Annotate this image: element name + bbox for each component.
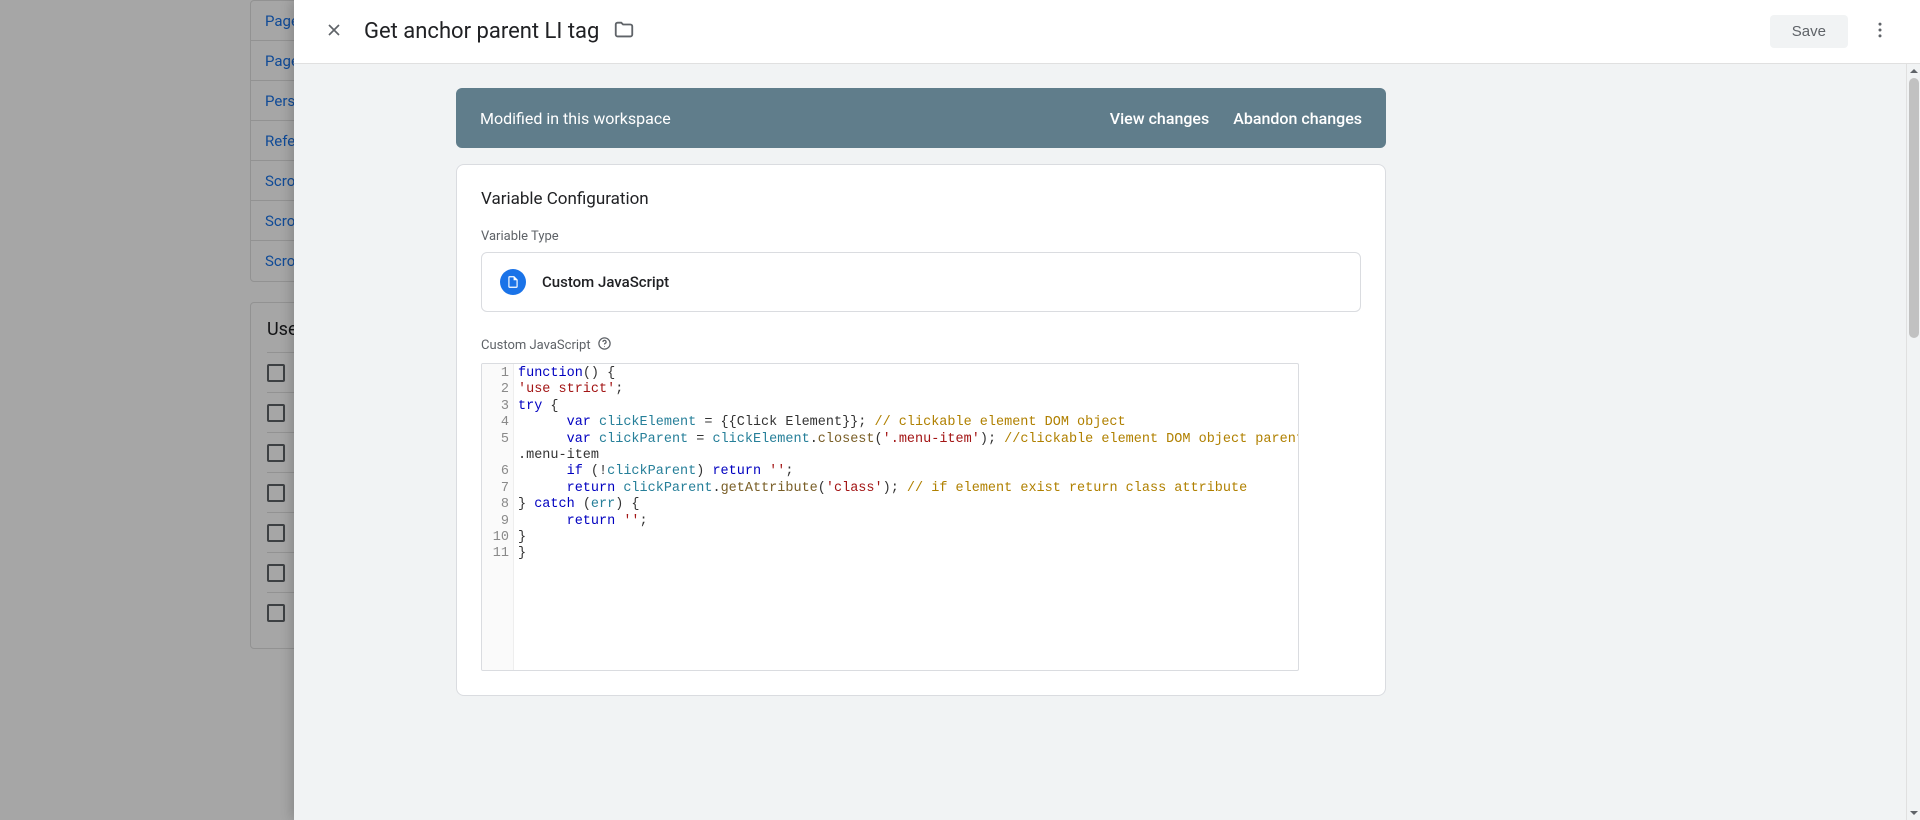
custom-js-icon <box>500 269 526 295</box>
close-icon <box>324 20 344 44</box>
scroll-up-icon[interactable] <box>1907 64 1920 78</box>
more-menu-button[interactable] <box>1860 12 1900 52</box>
card-title: Variable Configuration <box>481 189 1361 209</box>
variable-configuration-card: Variable Configuration Variable Type Cus… <box>456 164 1386 696</box>
line-gutter: 12345.67891011 <box>482 364 514 670</box>
panel-body: Modified in this workspace View changes … <box>294 64 1920 820</box>
view-changes-link[interactable]: View changes <box>1110 109 1209 128</box>
folder-icon <box>613 26 635 45</box>
variable-type-selector[interactable]: Custom JavaScript <box>481 252 1361 312</box>
folder-button[interactable] <box>613 19 635 45</box>
abandon-changes-link[interactable]: Abandon changes <box>1233 109 1362 128</box>
kebab-icon <box>1870 20 1890 44</box>
code-editor[interactable]: 12345.67891011 function() {'use strict';… <box>481 363 1299 671</box>
close-button[interactable] <box>314 12 354 52</box>
code-content[interactable]: function() {'use strict';try { var click… <box>514 364 1298 670</box>
panel-scrollbar[interactable] <box>1906 64 1920 820</box>
scrollbar-thumb[interactable] <box>1909 78 1919 338</box>
scroll-down-icon[interactable] <box>1907 806 1920 820</box>
save-button[interactable]: Save <box>1770 15 1848 48</box>
variable-type-label: Variable Type <box>481 229 1361 244</box>
workspace-notice: Modified in this workspace View changes … <box>456 88 1386 148</box>
help-icon[interactable] <box>597 336 612 355</box>
notice-text: Modified in this workspace <box>480 109 671 128</box>
custom-js-label: Custom JavaScript <box>481 336 1361 355</box>
variable-editor-panel: Get anchor parent LI tag Save Modified i… <box>294 0 1920 820</box>
panel-title[interactable]: Get anchor parent LI tag <box>364 19 599 44</box>
variable-type-name: Custom JavaScript <box>542 273 669 291</box>
scrollbar-track[interactable] <box>1907 78 1920 806</box>
panel-header: Get anchor parent LI tag Save <box>294 0 1920 64</box>
